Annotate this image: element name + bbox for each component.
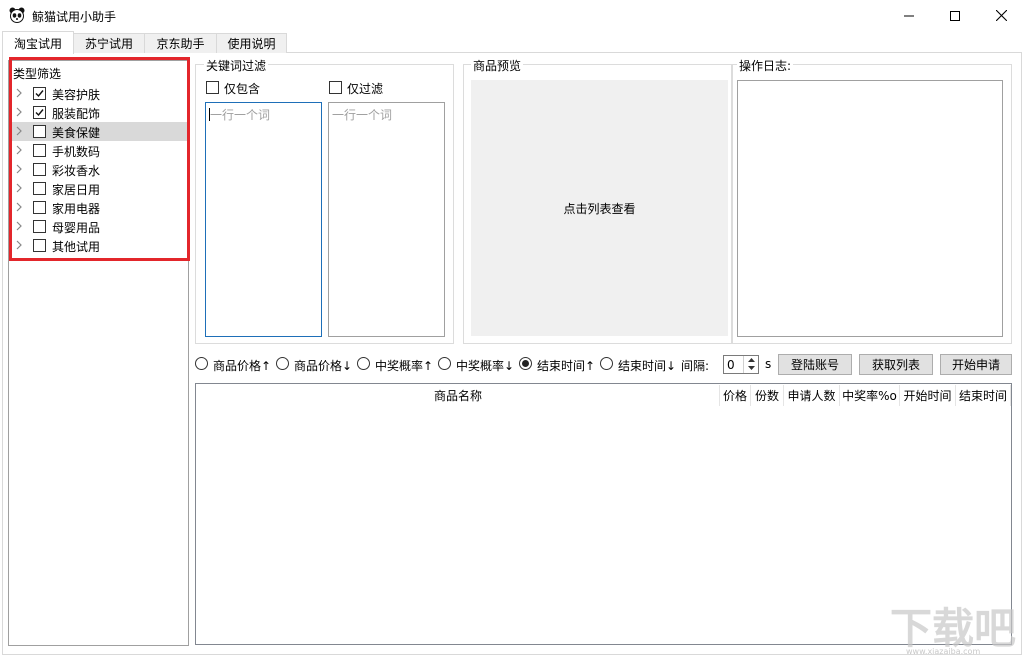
minimize-button[interactable] — [886, 0, 932, 31]
maximize-button[interactable] — [932, 0, 978, 31]
spinner-arrows[interactable] — [743, 356, 758, 373]
sort-radio-label: 中奖概率↑ — [375, 359, 434, 373]
include-label: 仅包含 — [224, 82, 261, 96]
start-apply-button[interactable]: 开始申请 — [940, 354, 1012, 375]
exclude-label: 仅过滤 — [347, 82, 384, 96]
sort-radio[interactable] — [357, 357, 370, 370]
watermark-logo: 下载吧 www.xiazaiba.com — [890, 604, 1016, 655]
window-title: 鲸猫试用小助手 — [32, 10, 117, 24]
tab-help[interactable]: 使用说明 — [216, 33, 287, 53]
log-textbox[interactable] — [737, 80, 1003, 337]
sort-radio-label: 商品价格↓ — [294, 359, 353, 373]
sort-radio[interactable] — [276, 357, 289, 370]
exclude-checkbox[interactable] — [329, 81, 342, 94]
close-button[interactable] — [978, 0, 1024, 31]
sort-radio-label: 结束时间↓ — [618, 359, 677, 373]
svg-text:下载吧: 下载吧 — [890, 604, 1016, 653]
preview-title: 商品预览 — [471, 57, 524, 74]
keyword-filter-title: 关键词过滤 — [204, 57, 269, 74]
product-preview[interactable]: 点击列表查看 — [471, 80, 728, 336]
sort-radio[interactable] — [519, 357, 532, 370]
tab-taobao[interactable]: 淘宝试用 — [2, 31, 74, 54]
exclude-keywords-textarea[interactable]: 一行一个词 — [328, 102, 445, 337]
tab-suning[interactable]: 苏宁试用 — [73, 33, 145, 53]
column-header[interactable]: 商品名称 — [197, 385, 720, 406]
sort-radio[interactable] — [438, 357, 451, 370]
sort-radio[interactable] — [600, 357, 613, 370]
tab-strip: 淘宝试用 苏宁试用 京东助手 使用说明 — [0, 31, 1024, 54]
login-button[interactable]: 登陆账号 — [778, 354, 852, 375]
spin-down-icon[interactable] — [744, 364, 758, 372]
fetch-list-button[interactable]: 获取列表 — [859, 354, 933, 375]
title-bar: 鲸猫试用小助手 — [0, 0, 1024, 31]
column-header[interactable]: 开始时间 — [900, 385, 956, 406]
preview-hint: 点击列表查看 — [563, 201, 636, 216]
sort-radio-label: 商品价格↑ — [213, 359, 272, 373]
highlight-box — [9, 57, 190, 261]
interval-spinner[interactable]: 0 — [723, 355, 759, 374]
sort-radio-label: 中奖概率↓ — [456, 359, 515, 373]
interval-value: 0 — [727, 358, 735, 372]
column-header[interactable]: 申请人数 — [784, 385, 840, 406]
exclude-placeholder: 一行一个词 — [332, 108, 393, 122]
sort-radio[interactable] — [195, 357, 208, 370]
minimize-icon — [904, 15, 914, 16]
maximize-icon — [950, 10, 960, 21]
sort-radio-label: 结束时间↑ — [537, 359, 596, 373]
interval-unit: s — [765, 357, 772, 371]
spin-up-icon[interactable] — [744, 356, 758, 364]
tab-jd[interactable]: 京东助手 — [144, 33, 217, 53]
column-header[interactable]: 中奖率%o — [840, 385, 900, 406]
close-icon — [995, 10, 1007, 21]
column-header[interactable]: 价格 — [720, 385, 751, 406]
include-placeholder: 一行一个词 — [210, 108, 271, 122]
column-header[interactable]: 份数 — [751, 385, 784, 406]
column-header[interactable]: 结束时间 — [956, 385, 1011, 406]
include-keywords-textarea[interactable]: 一行一个词 — [205, 102, 322, 337]
include-checkbox[interactable] — [206, 81, 219, 94]
interval-label: 间隔: — [681, 359, 710, 373]
panda-icon — [9, 7, 25, 23]
svg-text:www.xiazaiba.com: www.xiazaiba.com — [906, 647, 980, 655]
log-title: 操作日志: — [737, 57, 794, 74]
